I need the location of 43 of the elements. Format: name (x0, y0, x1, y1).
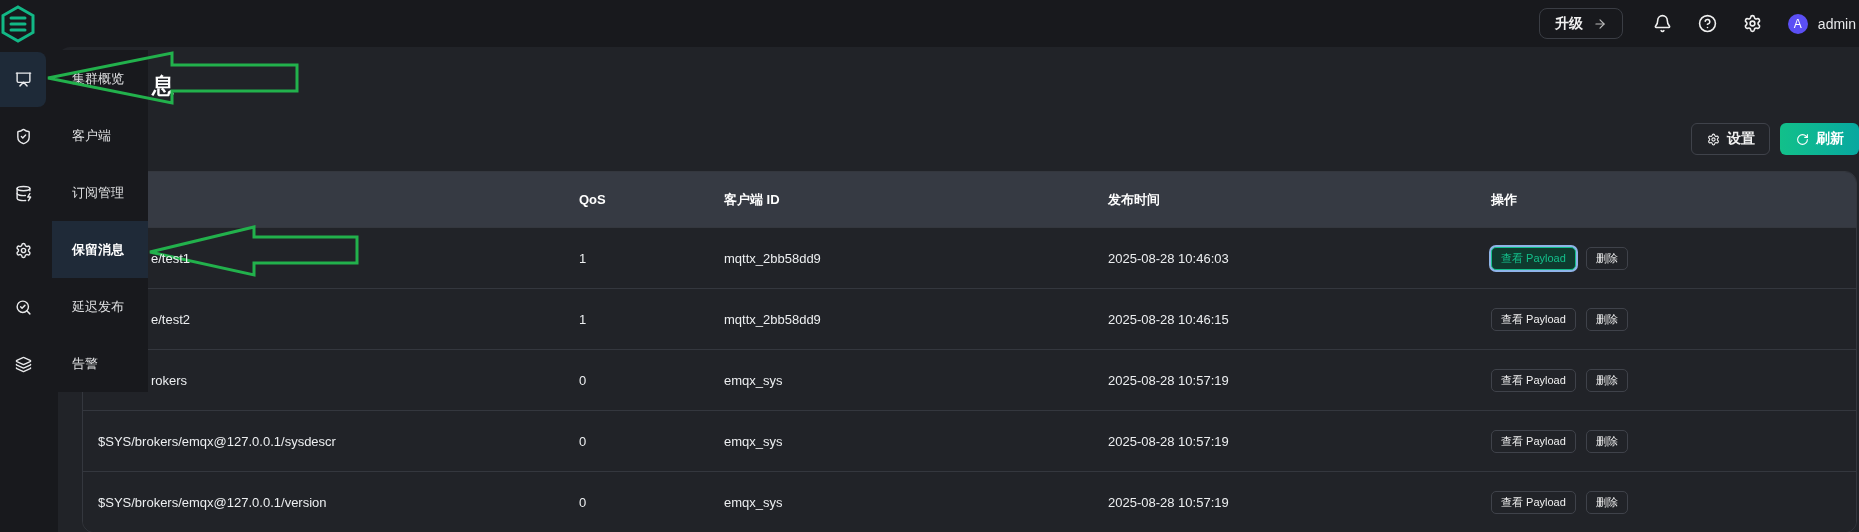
column-header: QoS (578, 192, 607, 207)
topic-cell-text: e/test2 (150, 311, 192, 327)
topic-cell-text: $SYS/brokers/emqx@127.0.0.1/sysdescr (97, 433, 337, 449)
time-cell-text: 2025-08-28 10:57:19 (1107, 372, 1230, 388)
delete-button[interactable]: 删除 (1585, 429, 1628, 453)
view-payload-button[interactable]: 查看 Payload (1491, 307, 1576, 331)
menu-item[interactable]: 保留消息 (52, 221, 148, 278)
time-cell-text: 2025-08-28 10:46:03 (1107, 250, 1230, 266)
qos-cell-text: 1 (578, 311, 588, 327)
qos-cell-text: 0 (578, 494, 588, 510)
delete-button[interactable]: 删除 (1585, 246, 1628, 270)
user-avatar[interactable]: A (1787, 13, 1808, 34)
topic-cell-text: $SYS/brokers/emqx@127.0.0.1/version (97, 494, 328, 510)
column-header: 操作 (1490, 190, 1518, 209)
qos-cell-text: 0 (578, 372, 588, 388)
view-payload-button[interactable]: 查看 Payload (1491, 246, 1576, 270)
view-payload-button[interactable]: 查看 Payload (1491, 429, 1576, 453)
column-header: 发布时间 (1107, 190, 1161, 209)
delete-button[interactable]: 删除 (1585, 490, 1628, 514)
qos-cell-text: 0 (578, 433, 588, 449)
client-id-cell-text: mqttx_2bb58dd9 (723, 250, 822, 266)
menu-item[interactable]: 告警 (52, 335, 148, 392)
column-header: 客户端 ID (723, 190, 781, 209)
page-title: 息 (152, 72, 175, 100)
delete-button[interactable]: 删除 (1585, 307, 1628, 331)
user-name[interactable]: admin (1817, 15, 1856, 32)
client-id-cell-text: emqx_sys (723, 433, 784, 449)
time-cell-text: 2025-08-28 10:57:19 (1107, 433, 1230, 449)
client-id-cell-text: emqx_sys (723, 372, 784, 388)
client-id-cell-text: emqx_sys (723, 494, 784, 510)
delete-button[interactable]: 删除 (1585, 368, 1628, 392)
view-payload-button[interactable]: 查看 Payload (1491, 368, 1576, 392)
upgrade-button[interactable]: 升级 (1538, 8, 1623, 39)
time-cell-text: 2025-08-28 10:46:15 (1107, 311, 1230, 327)
topic-cell-text: rokers (150, 372, 189, 388)
view-payload-button[interactable]: 查看 Payload (1491, 490, 1576, 514)
qos-cell-text: 1 (578, 250, 588, 266)
menu-item[interactable]: 客户端 (52, 107, 148, 164)
settings-button[interactable]: 设置 (1691, 123, 1770, 155)
menu-item[interactable]: 延迟发布 (52, 278, 148, 335)
client-id-cell-text: mqttx_2bb58dd9 (723, 311, 822, 327)
time-cell-text: 2025-08-28 10:57:19 (1107, 494, 1230, 510)
menu-item[interactable]: 订阅管理 (52, 164, 148, 221)
